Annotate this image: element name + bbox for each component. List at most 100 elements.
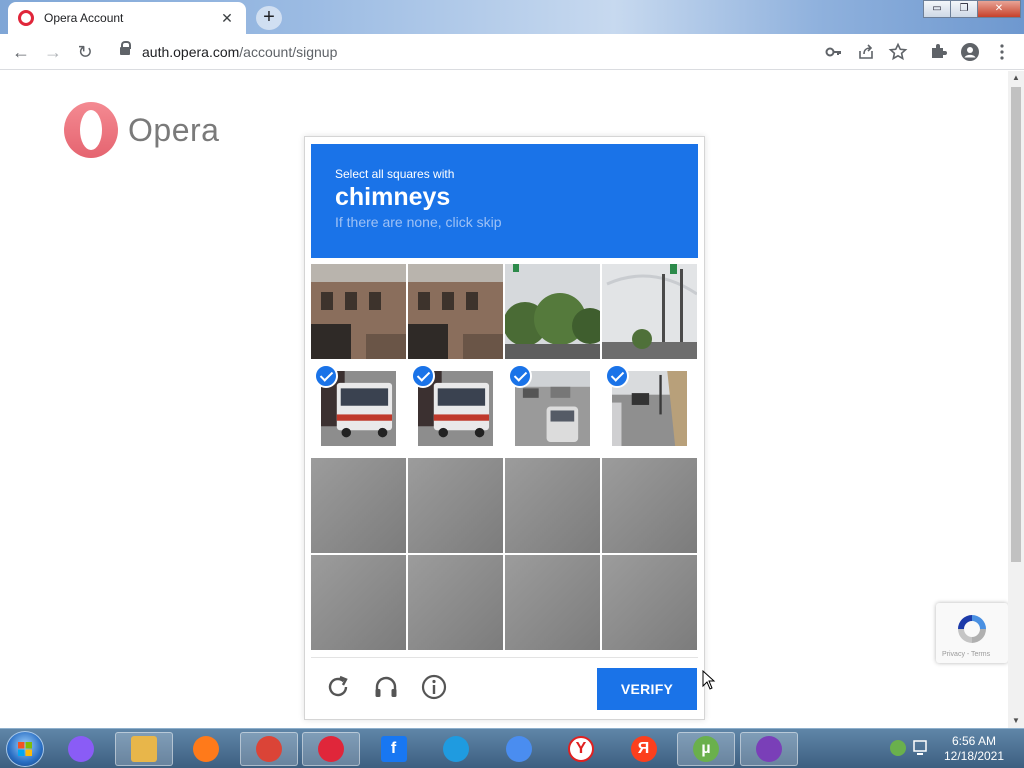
captcha-tile[interactable] <box>311 361 406 456</box>
captcha-challenge: Select all squares with chimneys If ther… <box>304 136 705 720</box>
firefox-icon <box>193 736 219 762</box>
reload-challenge-icon[interactable] <box>323 672 353 702</box>
page-scrollbar[interactable]: ▲ ▼ <box>1008 71 1024 728</box>
captcha-tile[interactable] <box>311 264 406 359</box>
recaptcha-privacy-terms[interactable]: Privacy - Terms <box>942 651 990 658</box>
captcha-tile-image <box>602 458 697 553</box>
captcha-tile[interactable] <box>408 361 503 456</box>
start-button[interactable] <box>6 731 44 767</box>
extensions-puzzle-icon[interactable] <box>928 42 948 62</box>
captcha-image-grid <box>311 264 698 651</box>
checkmark-icon <box>508 364 532 388</box>
taskbar-app-yandex[interactable]: Я <box>615 732 673 766</box>
scroll-thumb[interactable] <box>1011 87 1021 562</box>
captcha-tile[interactable] <box>408 555 503 650</box>
captcha-tile-image <box>602 264 697 359</box>
taskbar-app-chrome[interactable] <box>239 732 298 766</box>
lock-icon <box>120 41 131 57</box>
captcha-tile-image <box>408 264 503 359</box>
chromium-icon <box>505 736 532 762</box>
captcha-tile-image <box>408 555 503 650</box>
captcha-footer: VERIFY <box>311 657 698 715</box>
utorrent-tray-icon <box>890 740 906 756</box>
checkmark-icon <box>411 364 435 388</box>
opera-logo[interactable]: Opera <box>62 101 219 159</box>
screen: Opera Account ✕ + ▭ ❐ ✕ ← → ↻ auth.opera… <box>0 0 1024 768</box>
captcha-tile[interactable] <box>602 458 697 553</box>
system-tray[interactable] <box>886 733 932 763</box>
browser-toolbar: ← → ↻ auth.opera.com/account/signup <box>0 34 1024 70</box>
yandex-browser-icon: Y <box>568 736 594 762</box>
mouse-cursor-icon <box>702 670 716 690</box>
network-tray-icon <box>913 740 927 752</box>
taskbar-app-alice[interactable] <box>52 732 110 766</box>
clock-date: 12/18/2021 <box>943 749 1005 763</box>
captcha-tile[interactable] <box>602 555 697 650</box>
taskbar-app-bonzi[interactable] <box>739 732 798 766</box>
opera-wordmark: Opera <box>128 111 220 148</box>
taskbar-app-opera[interactable] <box>302 732 360 766</box>
recaptcha-logo-icon <box>958 615 986 643</box>
menu-kebab-icon[interactable] <box>992 42 1012 62</box>
back-button[interactable]: ← <box>8 40 34 64</box>
tab-opera-account[interactable]: Opera Account ✕ <box>8 2 246 34</box>
taskbar-app-firefox[interactable] <box>177 732 235 766</box>
facebook-icon: f <box>380 736 407 762</box>
chrome-icon <box>255 736 282 762</box>
url-text: auth.opera.com/account/signup <box>142 44 337 60</box>
reload-button[interactable]: ↻ <box>72 40 98 64</box>
new-tab-button[interactable]: + <box>256 6 282 30</box>
taskbar-app-yandex-browser[interactable]: Y <box>552 732 610 766</box>
utorrent-icon: µ <box>693 736 719 762</box>
key-icon[interactable] <box>824 42 844 62</box>
share-icon[interactable] <box>856 42 876 62</box>
file-explorer-icon <box>130 736 157 762</box>
taskbar-app-facebook[interactable]: f <box>365 732 423 766</box>
checkmark-icon <box>605 364 629 388</box>
captcha-tile[interactable] <box>408 264 503 359</box>
captcha-tile-image <box>505 264 600 359</box>
taskbar-clock[interactable]: 6:56 AM 12/18/2021 <box>936 734 1012 764</box>
clock-time: 6:56 AM <box>951 734 997 748</box>
taskbar-app-edge[interactable] <box>427 732 485 766</box>
minimize-button[interactable]: ▭ <box>923 0 951 18</box>
recaptcha-badge[interactable]: Privacy - Terms <box>936 603 1008 663</box>
captcha-tile[interactable] <box>311 458 406 553</box>
url-path: /account/signup <box>239 44 338 60</box>
captcha-tile[interactable] <box>505 458 600 553</box>
captcha-tile[interactable] <box>602 361 697 456</box>
profile-avatar-icon[interactable] <box>960 42 980 62</box>
forward-button[interactable]: → <box>40 40 66 64</box>
captcha-tile[interactable] <box>505 555 600 650</box>
taskbar-app-chromium[interactable] <box>490 732 548 766</box>
captcha-tile[interactable] <box>505 264 600 359</box>
browser-titlebar: Opera Account ✕ + ▭ ❐ ✕ <box>0 0 1024 34</box>
captcha-tile[interactable] <box>602 264 697 359</box>
close-window-button[interactable]: ✕ <box>977 0 1021 18</box>
bookmark-star-icon[interactable] <box>888 42 908 62</box>
url-domain: auth.opera.com <box>142 44 240 60</box>
captcha-header: Select all squares with chimneys If ther… <box>311 144 698 258</box>
captcha-tile-image <box>505 458 600 553</box>
verify-button[interactable]: VERIFY <box>597 668 697 710</box>
restore-button[interactable]: ❐ <box>950 0 978 18</box>
alice-icon <box>68 736 94 762</box>
yandex-icon: Я <box>630 736 657 762</box>
scroll-down-arrow-icon[interactable]: ▼ <box>1008 714 1024 728</box>
taskbar-app-file-explorer[interactable] <box>114 732 173 766</box>
captcha-tile[interactable] <box>311 555 406 650</box>
windows-logo-icon <box>18 742 32 756</box>
taskbar-app-utorrent[interactable]: µ <box>677 732 735 766</box>
info-icon[interactable] <box>419 672 449 702</box>
tab-close-icon[interactable]: ✕ <box>218 10 236 27</box>
web-page: Opera Select all squares with chimneys I… <box>0 71 1008 728</box>
captcha-target-word: chimneys <box>335 183 451 211</box>
captcha-instruction: Select all squares with <box>335 167 455 181</box>
edge-icon <box>443 736 469 762</box>
audio-challenge-headphones-icon[interactable] <box>371 672 401 702</box>
captcha-tile-image <box>311 555 406 650</box>
address-bar[interactable]: auth.opera.com/account/signup <box>108 38 1018 66</box>
captcha-tile[interactable] <box>408 458 503 553</box>
scroll-up-arrow-icon[interactable]: ▲ <box>1008 71 1024 85</box>
captcha-tile[interactable] <box>505 361 600 456</box>
